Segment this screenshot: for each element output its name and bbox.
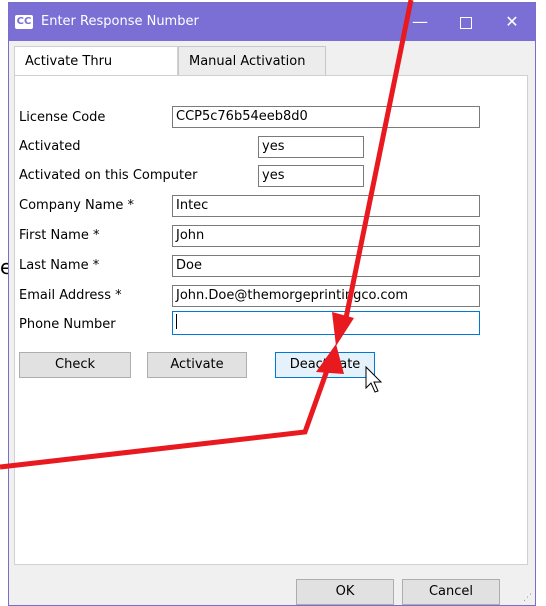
dialog-window: CC Enter Response Number — ✕ Activate Th… [8, 2, 536, 606]
activated-label: Activated [19, 139, 81, 154]
resize-grip-icon[interactable]: ⋰ [523, 593, 533, 603]
first-name-label: First Name * [19, 228, 100, 243]
ok-button[interactable]: OK [296, 579, 394, 605]
email-address-label: Email Address * [19, 288, 122, 303]
activated-on-computer-field[interactable]: yes [258, 165, 364, 187]
activated-field[interactable]: yes [258, 136, 364, 158]
phone-number-field[interactable] [172, 311, 480, 335]
close-button[interactable]: ✕ [489, 3, 535, 41]
phone-number-label: Phone Number [19, 317, 116, 332]
text-caret [176, 314, 177, 329]
window-title: Enter Response Number [41, 14, 199, 29]
maximize-icon [460, 16, 472, 29]
tab-activate-thru-internet[interactable]: Activate Thru Internet [14, 46, 178, 99]
minimize-button[interactable]: — [397, 3, 443, 41]
activate-button[interactable]: Activate [147, 352, 247, 378]
company-name-field[interactable]: Intec [172, 195, 480, 217]
check-button[interactable]: Check [19, 352, 131, 378]
deactivate-button[interactable]: Deactivate [275, 352, 375, 378]
tab-panel: License Code CCP5c76b54eeb8d0 Activated … [14, 75, 528, 565]
last-name-label: Last Name * [19, 258, 100, 273]
tab-manual-activation[interactable]: Manual Activation [178, 46, 326, 76]
license-code-label: License Code [19, 110, 106, 125]
first-name-field[interactable]: John [172, 225, 480, 247]
activated-on-computer-label: Activated on this Computer [19, 168, 198, 183]
title-bar[interactable]: CC Enter Response Number — ✕ [9, 3, 535, 41]
cancel-button[interactable]: Cancel [402, 579, 500, 605]
app-icon: CC [15, 15, 33, 29]
last-name-field[interactable]: Doe [172, 255, 480, 277]
license-code-field[interactable]: CCP5c76b54eeb8d0 [172, 106, 480, 128]
company-name-label: Company Name * [19, 198, 134, 213]
maximize-button[interactable] [443, 3, 489, 41]
email-address-field[interactable]: John.Doe@themorgeprintingco.com [172, 285, 480, 307]
